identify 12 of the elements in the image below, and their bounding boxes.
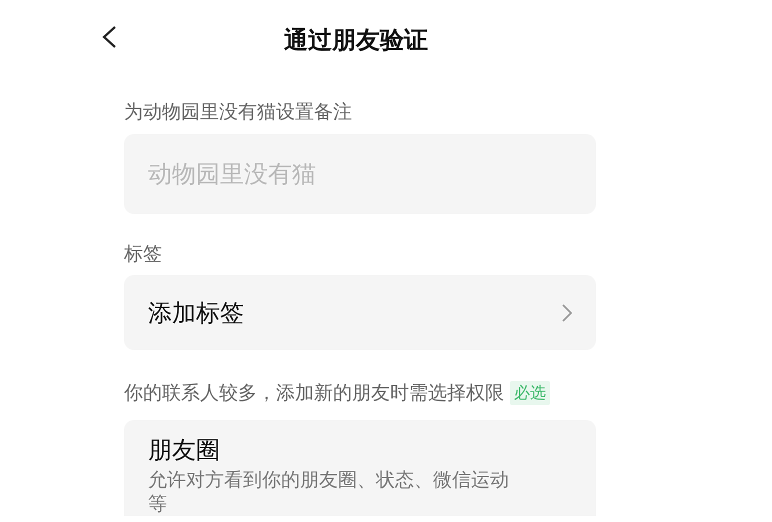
required-badge: 必选 [510, 381, 550, 406]
chevron-right-icon [562, 304, 572, 322]
page-title: 通过朋友验证 [284, 25, 428, 56]
option-description: 允许对方看到你的朋友圈、状态、微信运动等 [148, 468, 510, 516]
remark-input[interactable]: 动物园里没有猫 [124, 134, 596, 214]
add-tag-row[interactable]: 添加标签 [124, 275, 596, 350]
option-title: 朋友圈 [148, 434, 221, 466]
section-label: 标签 [124, 242, 163, 266]
field-label: 为动物园里没有猫设置备注 [124, 100, 353, 125]
permission-option[interactable]: 朋友圈 允许对方看到你的朋友圈、状态、微信运动等 [124, 420, 596, 516]
back-icon[interactable] [101, 25, 117, 49]
notice-text: 你的联系人较多，添加新的朋友时需选择权限 [124, 381, 504, 406]
